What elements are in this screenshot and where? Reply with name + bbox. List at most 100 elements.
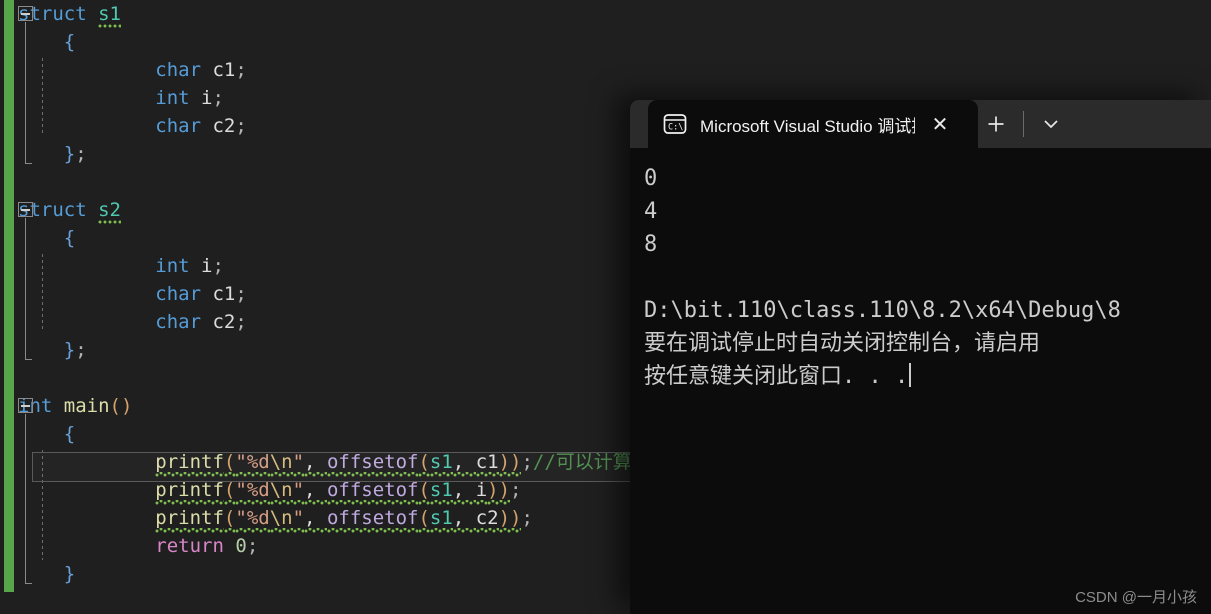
code-token: { [63, 31, 76, 53]
console-output-value: 4 [644, 199, 658, 224]
code-token: ( [418, 451, 430, 477]
console-cmd-icon: C:\ [663, 114, 687, 134]
console-exe-path: D:\bit.110\class.110\8.2\x64\Debug\8 [644, 298, 1121, 323]
code-token: ; [510, 479, 522, 501]
code-token: offsetof [326, 507, 419, 533]
code-token: )) [498, 507, 522, 533]
code-token: c1 [475, 451, 499, 477]
code-token: )) [498, 451, 522, 477]
code-line: { [18, 224, 670, 252]
code-token: ( [418, 507, 430, 533]
code-token: c1 [201, 283, 236, 305]
code-token: i [189, 87, 213, 109]
code-text[interactable]: struct s1 { char c1; int i; char c2; }; s… [18, 0, 670, 588]
code-token: \n [269, 507, 293, 533]
code-token: "%d [235, 507, 270, 533]
code-token: offsetof [326, 451, 419, 477]
new-tab-button[interactable] [978, 107, 1014, 141]
console-output-value: 0 [644, 166, 658, 191]
code-token: ; [75, 143, 87, 165]
code-token: () [109, 395, 133, 417]
code-token: char [155, 311, 202, 333]
console-tab-title: Microsoft Visual Studio 调试控 [700, 116, 915, 136]
code-line: char c1; [18, 56, 670, 84]
code-token: , [304, 507, 327, 533]
console-autoclose-hint: 要在调试停止时自动关闭控制台，请启用 [644, 331, 1041, 356]
code-token: int [155, 87, 190, 109]
code-token: } [63, 563, 76, 585]
fold-toggle-struct-s1[interactable] [18, 6, 33, 21]
code-token: return [155, 535, 224, 557]
code-token: )) [487, 479, 511, 505]
code-token: ; [521, 451, 533, 473]
fold-toggle-struct-s2[interactable] [18, 202, 33, 217]
console-output[interactable]: 0 4 8 D:\bit.110\class.110\8.2\x64\Debug… [630, 148, 1211, 614]
code-token: , [452, 479, 476, 505]
chevron-down-icon [1044, 120, 1058, 129]
code-token: c2 [201, 115, 236, 137]
code-line: { [18, 28, 670, 56]
code-token: i [189, 255, 213, 277]
code-token: offsetof [326, 479, 419, 505]
code-token: ( [223, 479, 236, 505]
code-line: int i; [18, 252, 670, 280]
svg-text:C:\: C:\ [668, 123, 683, 133]
code-token: ; [521, 507, 533, 529]
code-token: ( [223, 507, 236, 533]
fold-toggle-main[interactable] [18, 398, 33, 413]
code-token: ; [235, 283, 247, 305]
code-token: " [292, 479, 305, 505]
code-token: } [63, 339, 76, 361]
code-token: main [63, 395, 110, 417]
code-token: c2 [475, 507, 499, 533]
code-token: " [292, 451, 305, 477]
code-line: }; [18, 140, 670, 168]
code-line: struct s1 [18, 0, 670, 29]
code-token: c2 [201, 311, 236, 333]
console-window[interactable]: C:\ Microsoft Visual Studio 调试控 ✕ 0 4 8 … [630, 100, 1211, 614]
plus-icon [988, 116, 1004, 132]
code-token: printf [155, 479, 224, 505]
tab-dropdown-button[interactable] [1033, 107, 1069, 141]
code-token: { [63, 423, 76, 445]
code-token: " [292, 507, 305, 533]
code-token: ; [235, 311, 247, 333]
code-token: int [155, 255, 190, 277]
code-line: printf("%d\n", offsetof(s1, i)); [18, 476, 670, 504]
code-token: ; [235, 115, 247, 137]
code-token: \n [269, 479, 293, 505]
code-token: s1 [98, 3, 121, 29]
code-token: , [452, 451, 476, 477]
code-line: printf("%d\n", offsetof(s1, c1));//可以计算偏… [18, 448, 670, 476]
console-tab-bar[interactable]: C:\ Microsoft Visual Studio 调试控 ✕ [630, 100, 1211, 148]
code-line: char c2; [18, 308, 670, 336]
toolbar-separator [1023, 111, 1024, 137]
code-token: char [155, 283, 202, 305]
console-output-value: 8 [644, 232, 658, 257]
console-tab[interactable]: C:\ Microsoft Visual Studio 调试控 ✕ [648, 100, 978, 148]
close-icon[interactable]: ✕ [927, 111, 953, 137]
code-token: i [475, 479, 488, 505]
code-line: struct s2 [18, 196, 670, 225]
code-token: s2 [98, 199, 121, 225]
code-line: } [18, 560, 670, 588]
code-line: char c1; [18, 280, 670, 308]
code-token: 0 [235, 535, 247, 557]
